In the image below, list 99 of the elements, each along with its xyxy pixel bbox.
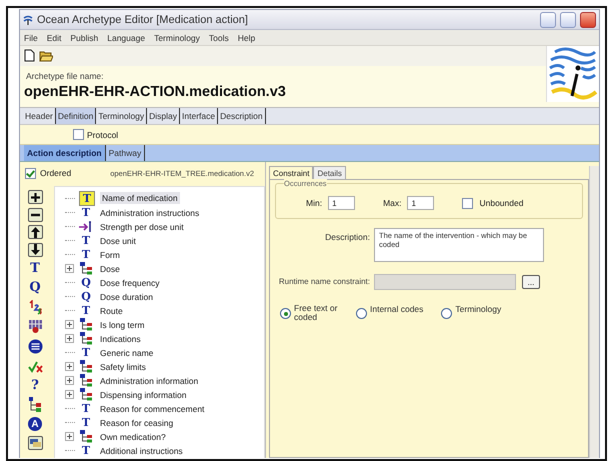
expand-icon[interactable] <box>65 362 74 372</box>
minus-icon <box>30 212 40 216</box>
menu-item[interactable]: Terminology <box>154 32 200 42</box>
checkbox-label: Protocol <box>87 130 118 140</box>
menu-item[interactable]: File <box>24 32 38 42</box>
tree-item[interactable]: Administration instructions <box>98 206 202 219</box>
menu-item[interactable]: Tools <box>208 32 229 42</box>
tab[interactable]: Details <box>313 166 346 179</box>
expand-icon[interactable] <box>65 376 74 386</box>
add-element-button[interactable]: Q <box>26 280 44 296</box>
expand-icon[interactable] <box>65 320 74 330</box>
checkbox-label: Unbounded <box>479 198 524 208</box>
radio-button[interactable] <box>441 308 452 319</box>
node-type-icon: Q <box>79 276 93 290</box>
tab[interactable]: Description <box>218 108 266 124</box>
slot-icon[interactable] <box>28 436 42 450</box>
tree-item[interactable]: Dose <box>98 262 122 275</box>
tree-item[interactable]: Dispensing information <box>98 388 188 401</box>
tree-item[interactable]: Administration information <box>98 374 200 387</box>
tree-item[interactable]: Safety limits <box>98 360 148 373</box>
menu-item[interactable]: Language <box>107 32 146 42</box>
tree-item[interactable]: Indications <box>98 332 143 345</box>
tab[interactable]: Constraint <box>269 166 314 179</box>
window-title: Ocean Archetype Editor [Medication action] <box>37 14 249 26</box>
radio-label: Terminology <box>455 304 502 314</box>
tab[interactable]: Interface <box>180 108 218 124</box>
expand-icon[interactable] <box>65 432 74 442</box>
tree-item[interactable]: Dose unit <box>98 234 138 247</box>
tree-item[interactable]: Reason for ceasing <box>98 416 176 429</box>
logo-icon <box>546 46 599 102</box>
node-type-icon: T <box>79 304 93 318</box>
count-icon[interactable] <box>26 299 44 315</box>
node-type-icon: Q <box>79 290 93 304</box>
arrow-down-icon <box>30 244 40 255</box>
tree-item[interactable]: Name of medication <box>100 192 180 204</box>
tree-item[interactable]: Reason for commencement <box>98 402 206 415</box>
tab[interactable]: Terminology <box>96 108 148 124</box>
node-type-icon: T <box>79 402 93 416</box>
checkbox[interactable] <box>462 198 474 208</box>
close-button[interactable] <box>580 12 596 28</box>
radio-label: Internal codes <box>370 304 424 314</box>
radio-button[interactable] <box>280 308 291 319</box>
add-element-button[interactable]: ? <box>26 377 44 393</box>
expand-icon[interactable] <box>65 264 74 274</box>
tree-item[interactable]: Dose duration <box>98 290 155 303</box>
add-element-button[interactable]: A <box>26 416 44 432</box>
list-icon[interactable] <box>26 338 44 354</box>
open-folder-icon[interactable] <box>39 49 53 62</box>
checkbox-label: Ordered <box>40 168 72 178</box>
cluster-icon[interactable] <box>26 396 44 412</box>
app-icon <box>23 14 33 24</box>
menu-item[interactable]: Help <box>238 32 256 42</box>
menu-item[interactable]: Publish <box>70 32 98 42</box>
tree-item[interactable]: Form <box>98 248 122 261</box>
node-type-icon: T <box>79 206 93 220</box>
scrollbar[interactable] <box>589 166 599 458</box>
arrow-up-icon <box>30 226 40 238</box>
field-label: Archetype file name: <box>25 70 104 81</box>
add-button[interactable] <box>28 190 42 204</box>
tree-item[interactable]: Strength per dose unit <box>98 220 186 233</box>
node-type-icon: T <box>79 416 93 430</box>
tree-item[interactable]: Additional instructions <box>98 444 185 457</box>
tree-item[interactable]: Generic name <box>98 346 156 359</box>
checkbox[interactable] <box>25 168 36 178</box>
tree-item[interactable]: Is long term <box>98 318 146 331</box>
tree-item[interactable]: Dose frequency <box>98 276 162 289</box>
new-file-icon[interactable] <box>24 49 35 62</box>
menu-item[interactable]: Edit <box>46 32 62 42</box>
node-type-icon: T <box>79 248 93 262</box>
expand-icon[interactable] <box>65 390 74 400</box>
radio-label: Free text or coded <box>294 304 338 323</box>
add-element-button[interactable]: T <box>26 260 44 276</box>
tab[interactable]: Definition <box>56 108 96 124</box>
radio-button[interactable] <box>356 308 367 319</box>
plus-icon <box>30 192 40 202</box>
tree-item[interactable]: Route <box>98 304 125 317</box>
node-type-icon: T <box>79 190 95 206</box>
checkbox[interactable] <box>73 129 84 140</box>
remove-button[interactable] <box>28 208 42 222</box>
archetype-name: openEHR-EHR-ACTION.medication.v3 <box>23 83 287 102</box>
node-type-icon: T <box>79 346 93 360</box>
minimize-button[interactable] <box>540 12 556 28</box>
tab[interactable]: Display <box>147 108 180 124</box>
field-label: Runtime name constraint: <box>278 278 371 286</box>
field-label: Description: <box>324 231 371 244</box>
move-down-button[interactable] <box>28 242 42 256</box>
field-label: Min: <box>306 198 322 208</box>
tree-item[interactable]: Own medication? <box>98 430 168 443</box>
tab[interactable]: Pathway <box>106 145 146 161</box>
node-type-icon: T <box>79 444 93 458</box>
field-label: Max: <box>383 198 402 208</box>
grid-icon[interactable] <box>26 318 44 334</box>
maximize-button[interactable] <box>560 12 576 28</box>
move-up-button[interactable] <box>28 225 42 239</box>
node-type-icon: T <box>79 234 93 248</box>
tab[interactable]: Action description <box>24 145 106 161</box>
min-spinner[interactable]: 1 <box>328 196 356 210</box>
max-spinner[interactable]: 1 <box>407 196 434 210</box>
expand-icon[interactable] <box>65 334 74 344</box>
